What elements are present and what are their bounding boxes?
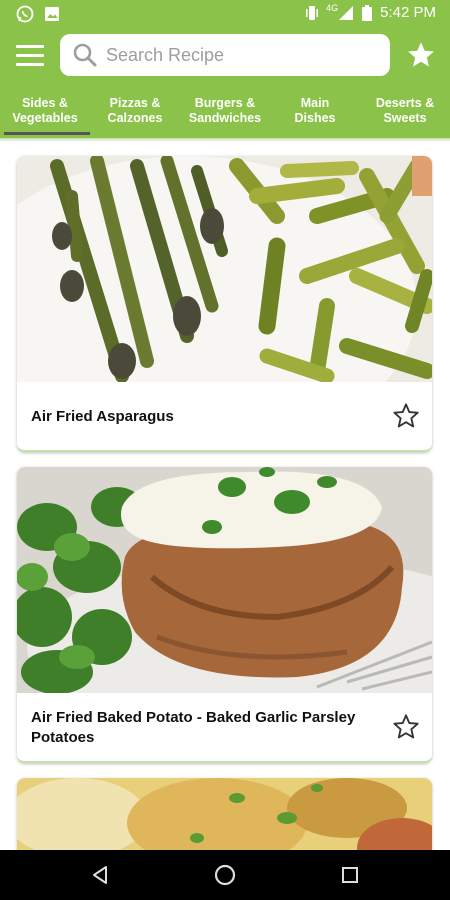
app-bar: Search Recipe xyxy=(0,28,450,86)
tab-label-line1: Main xyxy=(300,96,330,110)
signal-icon xyxy=(339,5,354,20)
tab-deserts-sweets[interactable]: Deserts & Sweets xyxy=(360,86,450,138)
favorite-star-icon[interactable] xyxy=(392,402,420,430)
tab-sides-vegetables[interactable]: Sides & Vegetables xyxy=(0,86,90,138)
tab-pizzas-calzones[interactable]: Pizzas & Calzones xyxy=(90,86,180,138)
search-bar[interactable]: Search Recipe xyxy=(60,34,390,76)
tab-label-line2: Vegetables xyxy=(12,111,78,125)
favorites-star-icon[interactable] xyxy=(406,40,436,70)
tab-label-line2: Sweets xyxy=(383,111,427,125)
tab-shadow xyxy=(0,138,450,142)
recipe-title: Air Fried Baked Potato - Baked Garlic Pa… xyxy=(31,709,356,746)
favorite-star-icon[interactable] xyxy=(392,713,420,741)
tab-label-line2: Dishes xyxy=(294,111,336,125)
category-tabs: Sides & Vegetables Pizzas & Calzones Bur… xyxy=(0,86,450,138)
recipe-image xyxy=(17,156,432,382)
network-type: 4G xyxy=(326,2,339,13)
recents-icon[interactable] xyxy=(338,863,362,887)
tab-label-line1: Burgers & xyxy=(194,96,256,110)
recipe-card[interactable]: Air Fried Baked Potato - Baked Garlic Pa… xyxy=(17,467,432,763)
navigation-bar xyxy=(0,850,450,900)
whatsapp-icon xyxy=(16,5,34,23)
image-icon xyxy=(45,7,59,21)
recipe-title: Air Fried Asparagus xyxy=(31,408,174,425)
tab-label-line1: Sides & xyxy=(22,96,68,110)
battery-icon xyxy=(362,4,373,21)
tab-main-dishes[interactable]: Main Dishes xyxy=(270,86,360,138)
clock: 5:42 PM xyxy=(380,4,436,21)
vibrate-icon xyxy=(306,5,319,20)
recipe-card[interactable]: Air Fried Asparagus xyxy=(17,156,432,452)
search-icon xyxy=(73,43,97,67)
tab-label-line1: Deserts & xyxy=(375,96,435,110)
menu-icon[interactable] xyxy=(16,45,44,67)
status-bar: 4G 5:42 PM xyxy=(0,0,450,28)
back-icon[interactable] xyxy=(88,863,112,887)
tab-burgers-sandwiches[interactable]: Burgers & Sandwiches xyxy=(180,86,270,138)
home-icon[interactable] xyxy=(213,863,237,887)
tab-label-line2: Calzones xyxy=(107,111,163,125)
tab-label-line2: Sandwiches xyxy=(188,111,262,125)
recipe-image xyxy=(17,467,432,693)
search-input[interactable]: Search Recipe xyxy=(106,45,224,66)
tab-label-line1: Pizzas & xyxy=(109,96,161,110)
